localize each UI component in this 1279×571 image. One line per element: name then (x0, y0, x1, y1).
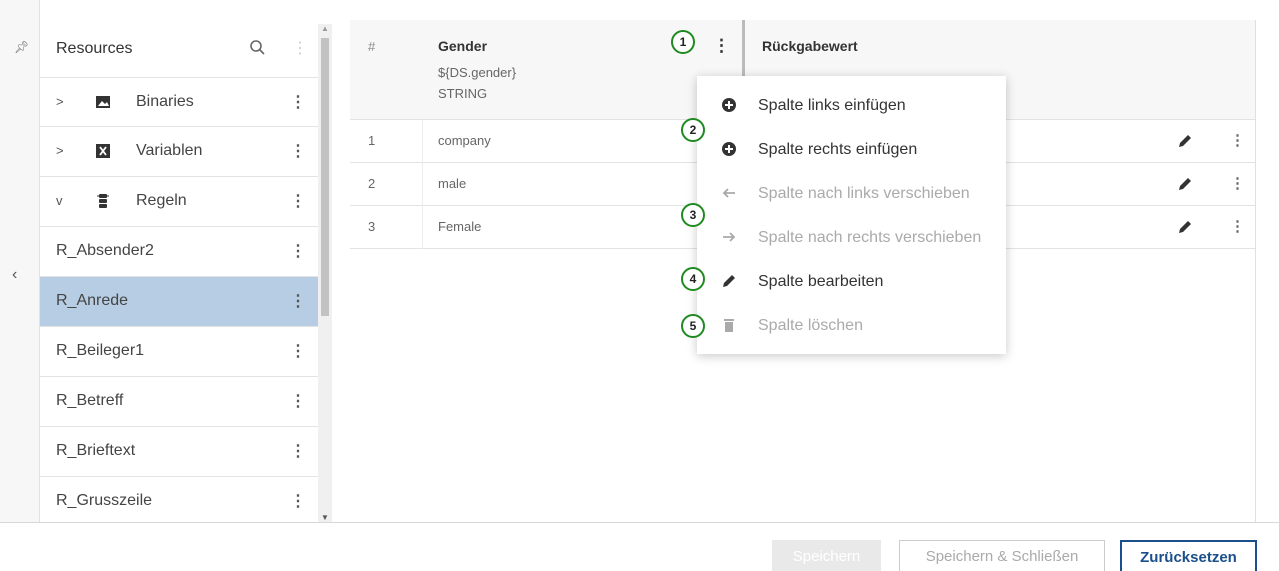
kebab-icon[interactable]: ⋮ (290, 491, 306, 511)
sidebar-item-label: R_Brieftext (56, 442, 136, 459)
sidebar-header: Resources ⋮ (40, 20, 318, 77)
sidebar-group-regeln[interactable]: v Regeln ⋮ (40, 177, 318, 227)
menu-item-label: Spalte löschen (758, 317, 863, 334)
kebab-icon[interactable]: ⋮ (290, 441, 306, 461)
column-type: STRING (438, 86, 488, 101)
callout-badge-1: 1 (671, 30, 695, 54)
callout-badge-3: 3 (681, 203, 705, 227)
menu-item-label: Spalte links einfügen (758, 97, 906, 114)
scroll-down-icon[interactable]: ▼ (321, 513, 329, 522)
cell-divider (422, 206, 423, 249)
menu-item-move-right: Spalte nach rechts verschieben (697, 216, 1006, 260)
column-title-gender: Gender (438, 38, 488, 54)
callout-badge-4: 4 (681, 267, 705, 291)
menu-item-delete-column: Spalte löschen (697, 304, 1006, 348)
menu-item-label: Spalte nach links verschieben (758, 185, 970, 202)
menu-item-insert-left[interactable]: Spalte links einfügen (697, 84, 1006, 128)
callout-badge-5: 5 (681, 314, 705, 338)
kebab-icon[interactable]: ⋮ (290, 391, 306, 411)
sidebar-group-label: Variablen (136, 142, 203, 159)
row-number: 1 (368, 133, 376, 148)
save-and-close-button[interactable]: Speichern & Schließen (899, 540, 1105, 571)
arrow-right-icon (723, 232, 736, 242)
trash-icon (724, 319, 734, 332)
pencil-icon[interactable] (1177, 219, 1193, 235)
kebab-icon[interactable]: ⋮ (290, 191, 306, 211)
search-icon[interactable] (248, 38, 268, 58)
reset-button[interactable]: Zurücksetzen (1120, 540, 1257, 571)
collapse-sidebar-icon[interactable]: ‹ (12, 266, 17, 284)
left-rail: 📌︎ ‹ (0, 0, 40, 522)
row-kebab-icon[interactable]: ⋮ (1230, 131, 1245, 149)
sidebar-item-r-beileger1[interactable]: R_Beileger1 ⋮ (40, 327, 318, 377)
scroll-up-icon[interactable]: ▲ (321, 24, 329, 33)
column-separator[interactable] (742, 20, 745, 78)
save-button[interactable]: Speichern (772, 540, 881, 571)
sidebar-item-label: R_Betreff (56, 392, 124, 409)
kebab-icon[interactable]: ⋮ (290, 92, 306, 112)
kebab-icon[interactable]: ⋮ (290, 291, 306, 311)
column-context-menu: Spalte links einfügen Spalte rechts einf… (697, 76, 1006, 354)
footer-bar: Speichern Speichern & Schließen Zurückse… (0, 522, 1279, 571)
menu-item-edit-column[interactable]: Spalte bearbeiten (697, 260, 1006, 304)
sidebar-kebab-icon: ⋮ (292, 40, 308, 57)
kebab-icon[interactable]: ⋮ (290, 141, 306, 161)
sidebar-item-r-brieftext[interactable]: R_Brieftext ⋮ (40, 427, 318, 477)
image-icon (96, 96, 110, 108)
cell-value[interactable]: Female (438, 219, 481, 234)
chevron-right-icon[interactable]: > (56, 143, 64, 158)
column-expression: ${DS.gender} (438, 65, 517, 80)
sidebar-item-r-betreff[interactable]: R_Betreff ⋮ (40, 377, 318, 427)
cell-divider (422, 120, 423, 163)
menu-item-label: Spalte bearbeiten (758, 273, 884, 290)
pin-icon[interactable]: 📌︎ (14, 40, 29, 54)
plus-circle-icon (722, 142, 736, 156)
sidebar-item-label: R_Absender2 (56, 242, 154, 259)
cell-value[interactable]: male (438, 176, 466, 191)
sidebar-item-r-grusszeile[interactable]: R_Grusszeile ⋮ (40, 477, 318, 527)
sidebar-group-variablen[interactable]: > Variablen ⋮ (40, 127, 318, 177)
arrow-left-icon (722, 188, 735, 198)
pencil-icon[interactable] (1177, 133, 1193, 149)
rules-icon (97, 194, 109, 208)
sidebar-title: Resources (56, 40, 133, 57)
menu-item-label: Spalte rechts einfügen (758, 141, 918, 158)
kebab-icon[interactable]: ⋮ (290, 241, 306, 261)
variable-icon (96, 144, 110, 158)
column-title-rueckgabewert: Rückgabewert (762, 38, 858, 54)
row-kebab-icon[interactable]: ⋮ (1230, 174, 1245, 192)
chevron-down-icon[interactable]: v (56, 193, 63, 208)
scrollbar-thumb[interactable] (321, 38, 329, 316)
sidebar-group-label: Binaries (136, 93, 194, 110)
row-number-header: # (368, 39, 376, 54)
row-number: 3 (368, 219, 376, 234)
sidebar-item-r-absender2[interactable]: R_Absender2 ⋮ (40, 227, 318, 277)
resources-sidebar: Resources ⋮ > Binaries ⋮ > Variablen ⋮ v (40, 20, 318, 522)
plus-circle-icon (722, 98, 736, 112)
menu-item-insert-right[interactable]: Spalte rechts einfügen (697, 128, 1006, 172)
sidebar-item-label: R_Beileger1 (56, 342, 145, 359)
cell-value[interactable]: company (438, 133, 491, 148)
callout-badge-2: 2 (681, 118, 705, 142)
column-menu-kebab-icon[interactable]: ⋮ (713, 36, 730, 56)
sidebar-scrollbar[interactable]: ▲ ▼ (318, 24, 332, 522)
row-number: 2 (368, 176, 376, 191)
menu-item-move-left: Spalte nach links verschieben (697, 172, 1006, 216)
sidebar-group-binaries[interactable]: > Binaries ⋮ (40, 77, 318, 127)
sidebar-item-label: R_Grusszeile (56, 492, 153, 509)
pencil-icon[interactable] (1177, 176, 1193, 192)
row-kebab-icon[interactable]: ⋮ (1230, 217, 1245, 235)
sidebar-group-label: Regeln (136, 192, 187, 209)
pencil-icon (723, 275, 735, 287)
sidebar-item-label: R_Anrede (56, 292, 129, 309)
kebab-icon[interactable]: ⋮ (290, 341, 306, 361)
cell-divider (422, 163, 423, 206)
sidebar-item-r-anrede[interactable]: R_Anrede ⋮ (40, 277, 318, 327)
menu-item-label: Spalte nach rechts verschieben (758, 229, 982, 246)
chevron-right-icon[interactable]: > (56, 94, 64, 109)
